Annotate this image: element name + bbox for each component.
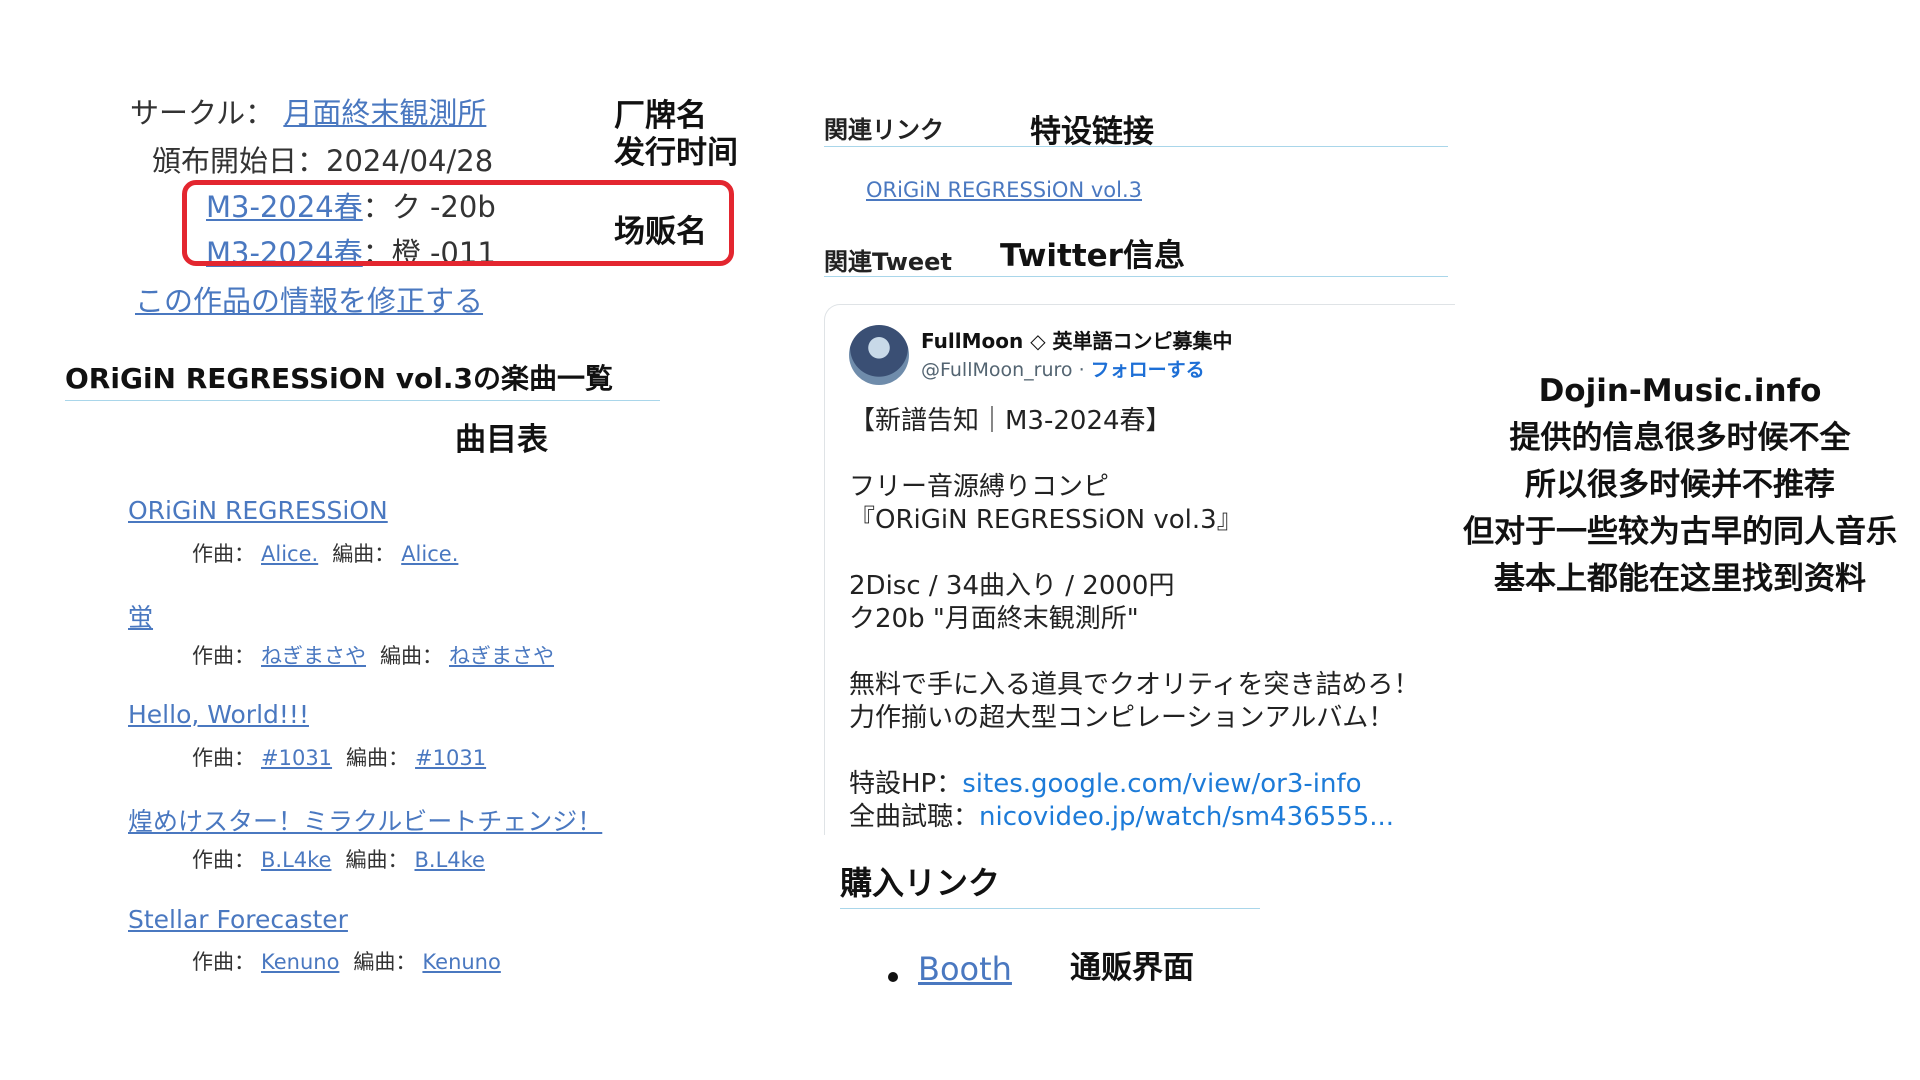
arranger-label: 編曲： [345,848,409,872]
related-tweet-divider [824,276,1448,277]
track-title-3[interactable]: Hello, World!!! [128,700,309,729]
tweet-author-handle[interactable]: @FullMoon_ruro [921,359,1073,381]
composer-label: 作曲： [192,644,255,668]
tweet-text: 【新譜告知｜M3-2024春】 フリー音源縛りコンピ 『ORiGiN REGRE… [849,405,1419,834]
circle-link[interactable]: 月面終末観測所 [283,96,486,130]
edit-info-link[interactable]: この作品の情報を修正する [135,284,483,318]
composer-link[interactable]: B.L4ke [261,848,331,872]
composer-label: 作曲： [192,746,255,770]
track-credit-3: 作曲： #1031 編曲： #1031 [192,742,500,772]
tweet-listen-row: 全曲試聴：nicovideo.jp/watch/sm436555... [849,801,1419,834]
track-credit-1: 作曲： Alice. 編曲： Alice. [192,538,472,568]
tweet-line: ク20b "月面終末観測所" [849,604,1139,634]
note-line: 基本上都能在这里找到资料 [1494,561,1866,597]
note-line: 但对于一些较为古早的同人音乐 [1463,514,1897,550]
annotation-shop: 通贩界面 [1070,950,1194,986]
tweet-line: 無料で手に入る道具でクオリティを突き詰めろ！ [849,670,1420,700]
purchase-divider [840,908,1260,909]
tweet-line: 力作揃いの超大型コンピレーションアルバム！ [849,703,1395,733]
release-label: 頒布開始日： [152,144,327,178]
composer-link[interactable]: ねぎまさや [261,644,366,668]
annotation-special-link: 特设链接 [1030,114,1154,150]
arranger-label: 編曲： [346,746,410,770]
tweet-hp-row: 特設HP：sites.google.com/view/or3-info [849,768,1419,801]
track-title-5[interactable]: Stellar Forecaster [128,905,348,934]
circle-label: サークル： [130,96,275,130]
arranger-label: 編曲： [353,950,417,974]
release-date-row: 頒布開始日：2024/04/28 [152,138,493,180]
composer-link[interactable]: Alice. [261,542,318,566]
note-line: 提供的信息很多时候不全 [1509,420,1851,456]
purchase-title: 購入リンク [840,864,1001,902]
edit-info-row: この作品の情報を修正する [135,278,483,320]
circle-row: サークル： 月面終末観測所 [130,90,486,132]
tweet-author-name[interactable]: FullMoon ◇ 英単語コンピ募集中 [921,325,1233,354]
tracklist-divider [65,400,660,401]
related-link[interactable]: ORiGiN REGRESSiON vol.3 [866,178,1142,202]
related-links-label: 関連リンク [824,116,944,144]
arranger-label: 編曲： [380,644,443,668]
annotation-tracklist: 曲目表 [455,422,548,458]
tweet-line: 【新譜告知｜M3-2024春】 [849,406,1172,436]
track-credit-4: 作曲： B.L4ke 編曲： B.L4ke [192,844,499,874]
arranger-link[interactable]: Kenuno [422,950,500,974]
hp-label: 特設HP： [849,769,963,799]
tweet-line: 『ORiGiN REGRESSiON vol.3』 [849,505,1243,535]
avatar[interactable] [849,325,909,385]
tweet-line: フリー音源縛りコンピ [849,472,1110,502]
arranger-link[interactable]: Alice. [401,542,458,566]
composer-link[interactable]: Kenuno [261,950,339,974]
listen-label: 全曲試聴： [849,802,980,832]
composer-label: 作曲： [192,848,255,872]
release-date: 2024/04/28 [326,144,494,178]
note-line: Dojin-Music.info [1538,373,1822,409]
track-title-2[interactable]: 蛍 [128,598,153,634]
arranger-link[interactable]: ねぎまさや [449,644,554,668]
embedded-tweet[interactable]: FullMoon ◇ 英単語コンピ募集中 @FullMoon_ruro · フォ… [824,304,1455,835]
track-credit-2: 作曲： ねぎまさや 編曲： ねぎまさや [192,640,568,670]
composer-link[interactable]: #1031 [261,746,332,770]
composer-label: 作曲： [192,950,255,974]
composer-label: 作曲： [192,542,255,566]
site-note: Dojin-Music.info 提供的信息很多时候不全 所以很多时候并不推荐 … [1440,368,1920,603]
annotation-twitter: Twitter信息 [1000,238,1185,274]
handle-separator: · [1072,359,1091,381]
booth-link[interactable]: Booth [918,950,1012,988]
arranger-link[interactable]: B.L4ke [414,848,484,872]
tweet-author-handle-row: @FullMoon_ruro · フォローする [921,355,1205,382]
annotation-event: 场贩名 [614,214,707,250]
track-title-1[interactable]: ORiGiN REGRESSiON [128,496,388,525]
follow-button[interactable]: フォローする [1091,359,1205,381]
note-line: 所以很多时候并不推荐 [1525,467,1835,503]
annotation-release-time: 发行时间 [614,135,738,171]
listen-link[interactable]: nicovideo.jp/watch/sm436555... [979,802,1394,832]
arranger-link[interactable]: #1031 [415,746,486,770]
track-title-4[interactable]: 煌めけスター！ミラクルビートチェンジ！ [128,802,602,838]
related-tweet-label: 関連Tweet [824,248,952,276]
tracklist-title: ORiGiN REGRESSiON vol.3の楽曲一覧 [65,362,613,395]
arranger-label: 編曲： [332,542,396,566]
track-credit-5: 作曲： Kenuno 編曲： Kenuno [192,946,515,976]
tweet-line: 2Disc / 34曲入り / 2000円 [849,571,1175,601]
list-bullet [888,972,898,982]
related-links-divider [824,146,1448,147]
hp-link[interactable]: sites.google.com/view/or3-info [962,769,1361,799]
